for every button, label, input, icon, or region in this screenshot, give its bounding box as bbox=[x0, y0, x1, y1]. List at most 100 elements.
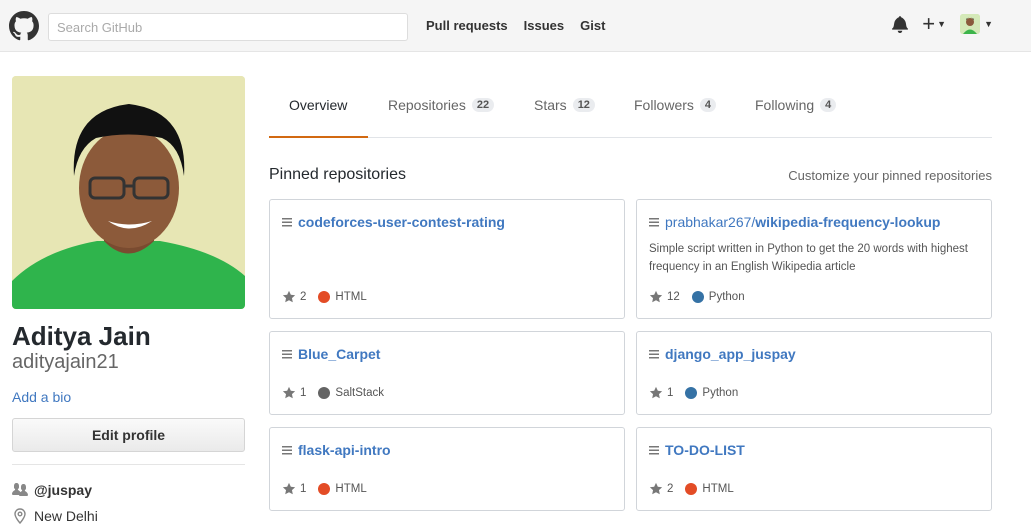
repo-language: Python bbox=[702, 387, 739, 399]
header-actions: + ▼ ▼ bbox=[892, 11, 993, 36]
profile-photo bbox=[12, 76, 245, 309]
list-icon bbox=[282, 350, 292, 359]
pinned-repo-card: TO-DO-LIST 2 HTML bbox=[636, 427, 992, 511]
star-icon bbox=[282, 386, 296, 399]
github-logo-icon[interactable] bbox=[9, 11, 39, 41]
repo-star-count: 2 bbox=[667, 483, 674, 495]
sidebar-divider bbox=[12, 464, 245, 465]
repo-description: Simple script written in Python to get t… bbox=[649, 243, 968, 273]
repo-language: HTML bbox=[335, 291, 367, 303]
repo-link[interactable]: flask-api-intro bbox=[282, 442, 391, 458]
repo-meta: 1 Python bbox=[649, 386, 738, 400]
list-icon bbox=[649, 350, 659, 359]
pinned-repo-card: Blue_Carpet 1 SaltStack bbox=[269, 331, 625, 415]
tab-overview[interactable]: Overview bbox=[289, 97, 347, 113]
tab-label: Overview bbox=[289, 97, 348, 113]
organization-text[interactable]: @juspay bbox=[34, 482, 92, 498]
tab-count-badge: 22 bbox=[471, 98, 495, 112]
search-input[interactable] bbox=[48, 13, 408, 41]
profile-full-name: Aditya Jain bbox=[12, 321, 151, 351]
star-icon bbox=[282, 482, 296, 495]
repo-name: flask-api-intro bbox=[298, 442, 391, 458]
nav-issues[interactable]: Issues bbox=[524, 18, 564, 33]
tab-label: Followers bbox=[634, 97, 694, 113]
tab-followers[interactable]: Followers 4 bbox=[634, 97, 717, 113]
top-header: Pull requests Issues Gist + ▼ ▼ bbox=[0, 0, 1031, 52]
language-color-dot bbox=[318, 387, 331, 399]
create-new-button[interactable]: + ▼ bbox=[922, 11, 947, 36]
tab-label: Repositories bbox=[388, 97, 466, 113]
repo-meta: 2 HTML bbox=[649, 482, 734, 496]
customize-pinned-link[interactable]: Customize your pinned repositories bbox=[788, 168, 992, 183]
repo-language: HTML bbox=[335, 483, 367, 495]
repo-name: Blue_Carpet bbox=[298, 346, 381, 362]
avatar bbox=[960, 14, 981, 34]
repo-name: codeforces-user-contest-rating bbox=[298, 214, 505, 230]
chevron-down-icon: ▼ bbox=[937, 19, 947, 29]
user-menu-button[interactable]: ▼ bbox=[960, 14, 993, 34]
repo-meta: 2 HTML bbox=[282, 290, 367, 304]
people-icon bbox=[12, 483, 28, 496]
active-tab-indicator bbox=[269, 136, 368, 138]
repo-meta: 1 SaltStack bbox=[282, 386, 384, 400]
repo-meta: 12 Python bbox=[649, 290, 745, 304]
top-nav: Pull requests Issues Gist bbox=[426, 18, 605, 33]
pinned-repo-card: prabhakar267/wikipedia-frequency-lookup … bbox=[636, 199, 992, 319]
nav-pull-requests[interactable]: Pull requests bbox=[426, 18, 508, 33]
repo-name: TO-DO-LIST bbox=[665, 442, 745, 458]
repo-star-count: 1 bbox=[300, 483, 307, 495]
repo-owner: prabhakar267/ bbox=[665, 214, 756, 230]
nav-gist[interactable]: Gist bbox=[580, 18, 605, 33]
star-icon bbox=[649, 290, 663, 303]
tab-repositories[interactable]: Repositories 22 bbox=[388, 97, 495, 113]
profile-tabs: Overview Repositories 22 Stars 12 Follow… bbox=[269, 92, 992, 138]
tab-stars[interactable]: Stars 12 bbox=[534, 97, 595, 113]
tab-count-badge: 12 bbox=[572, 98, 595, 112]
tab-label: Following bbox=[755, 97, 815, 113]
repo-link[interactable]: TO-DO-LIST bbox=[649, 442, 745, 458]
pinned-repo-card: django_app_juspay 1 Python bbox=[636, 331, 992, 415]
tab-following[interactable]: Following 4 bbox=[755, 97, 837, 113]
repo-meta: 1 HTML bbox=[282, 482, 367, 496]
star-icon bbox=[649, 386, 663, 399]
profile-location: New Delhi bbox=[12, 508, 98, 524]
location-icon bbox=[14, 508, 26, 524]
list-icon bbox=[649, 218, 659, 227]
repo-link[interactable]: prabhakar267/wikipedia-frequency-lookup bbox=[649, 214, 940, 230]
pinned-title: Pinned repositories bbox=[269, 166, 406, 183]
chevron-down-icon: ▼ bbox=[984, 19, 993, 29]
repo-link[interactable]: codeforces-user-contest-rating bbox=[282, 214, 505, 230]
repo-link[interactable]: django_app_juspay bbox=[649, 346, 796, 362]
repo-name: django_app_juspay bbox=[665, 346, 796, 362]
tab-count-badge: 4 bbox=[699, 98, 717, 112]
repo-star-count: 12 bbox=[667, 291, 680, 303]
repo-star-count: 1 bbox=[300, 387, 307, 399]
pinned-repo-card: codeforces-user-contest-rating 2 HTML bbox=[269, 199, 625, 319]
repo-language: SaltStack bbox=[335, 387, 384, 399]
repo-name: wikipedia-frequency-lookup bbox=[755, 214, 941, 230]
pinned-repo-card: flask-api-intro 1 HTML bbox=[269, 427, 625, 511]
profile-organization: @juspay bbox=[12, 482, 92, 498]
star-icon bbox=[282, 290, 296, 303]
star-icon bbox=[649, 482, 663, 495]
tab-label: Stars bbox=[534, 97, 567, 113]
language-color-dot bbox=[318, 291, 331, 303]
repo-link[interactable]: Blue_Carpet bbox=[282, 346, 380, 362]
location-text: New Delhi bbox=[34, 508, 98, 524]
repo-language: HTML bbox=[702, 483, 734, 495]
list-icon bbox=[282, 446, 292, 455]
language-color-dot bbox=[685, 483, 698, 495]
add-bio-link[interactable]: Add a bio bbox=[12, 389, 71, 405]
repo-star-count: 2 bbox=[300, 291, 307, 303]
language-color-dot bbox=[685, 387, 698, 399]
list-icon bbox=[649, 446, 659, 455]
edit-profile-button[interactable]: Edit profile bbox=[12, 418, 245, 452]
plus-icon: + bbox=[922, 11, 936, 36]
language-color-dot bbox=[691, 291, 704, 303]
profile-username: adityajain21 bbox=[12, 351, 119, 373]
bell-icon[interactable] bbox=[892, 15, 909, 33]
repo-language: Python bbox=[708, 291, 745, 303]
list-icon bbox=[282, 218, 292, 227]
language-color-dot bbox=[318, 483, 331, 495]
repo-star-count: 1 bbox=[667, 387, 674, 399]
